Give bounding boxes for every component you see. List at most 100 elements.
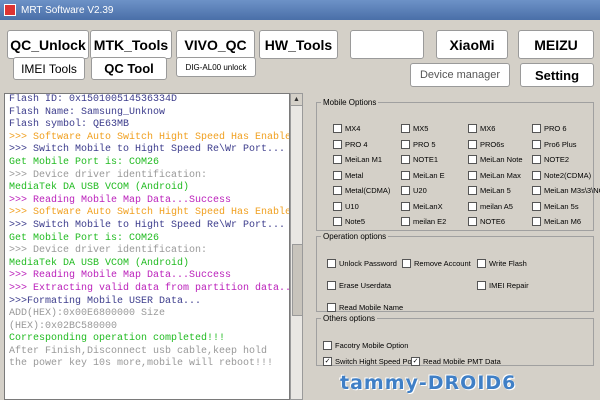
checkbox-box-icon bbox=[401, 155, 410, 164]
log-line: Flash symbol: QE63MB bbox=[9, 119, 130, 131]
mobile-option-checkbox[interactable]: MeiLan Max bbox=[468, 170, 521, 180]
switch-high-speed-port-checkbox[interactable]: ✓ Switch Hight Speed Por bbox=[323, 357, 414, 366]
checkbox-label: PRO 5 bbox=[413, 139, 436, 149]
log-line: >>> Software Auto Switch Hight Speed Has… bbox=[9, 131, 290, 143]
checkbox-label: MeiLan M6 bbox=[544, 217, 582, 226]
checkbox-box-icon bbox=[402, 259, 411, 268]
mobile-option-checkbox[interactable]: Note2(CDMA) bbox=[532, 170, 591, 180]
checkbox-box-icon bbox=[401, 201, 410, 211]
read-mobile-name-checkbox[interactable]: Read Mobile Name bbox=[327, 303, 403, 312]
checkbox-label: MeiLan 5s bbox=[544, 201, 579, 211]
mtk-tools-button[interactable]: MTK_Tools bbox=[90, 30, 172, 59]
mobile-option-checkbox[interactable]: PRO 5 bbox=[401, 139, 436, 149]
mobile-option-checkbox[interactable]: MeiLan M6 bbox=[532, 217, 581, 226]
checkbox-label: Pro6 Plus bbox=[544, 139, 577, 149]
mobile-option-checkbox[interactable]: MX6 bbox=[468, 124, 495, 133]
checkmark-icon: ✓ bbox=[411, 357, 420, 366]
checkbox-label: Facotry Mobile Option bbox=[335, 341, 409, 350]
imei-repair-checkbox[interactable]: IMEI Repair bbox=[477, 281, 529, 290]
mobile-option-checkbox[interactable]: MeiLanX bbox=[401, 201, 443, 211]
checkbox-label: Remove Account bbox=[414, 259, 471, 268]
watermark: tammy-DROID6 bbox=[340, 372, 517, 394]
window-title: MRT Software V2.39 bbox=[21, 4, 114, 16]
title-bar: MRT Software V2.39 bbox=[0, 0, 600, 20]
mobile-option-checkbox[interactable]: NOTE2 bbox=[532, 155, 569, 164]
log-console[interactable]: Flash ID: 0x150100514536334D Flash Name:… bbox=[4, 93, 290, 400]
imei-tools-button[interactable]: IMEI Tools bbox=[13, 57, 85, 80]
xiaomi-button[interactable]: XiaoMi bbox=[436, 30, 508, 59]
factory-mobile-option-checkbox[interactable]: Facotry Mobile Option bbox=[323, 341, 408, 350]
erase-userdata-checkbox[interactable]: Erase Userdata bbox=[327, 281, 391, 290]
remove-account-checkbox[interactable]: Remove Account bbox=[402, 259, 471, 268]
checkbox-label: meilan E2 bbox=[413, 217, 447, 226]
mobile-option-checkbox[interactable]: Pro6 Plus bbox=[532, 139, 577, 149]
mobile-option-checkbox[interactable]: U20 bbox=[401, 186, 427, 195]
checkbox-box-icon bbox=[468, 155, 477, 164]
mobile-option-checkbox[interactable]: NOTE1 bbox=[401, 155, 438, 164]
write-flash-checkbox[interactable]: Write Flash bbox=[477, 259, 527, 268]
mobile-option-checkbox[interactable]: MeiLan Note bbox=[468, 155, 523, 164]
mobile-option-checkbox[interactable]: MeiLan 5s bbox=[532, 201, 579, 211]
hw-tools-button[interactable]: HW_Tools bbox=[259, 30, 338, 59]
checkbox-box-icon bbox=[468, 170, 477, 180]
mobile-option-checkbox[interactable]: NOTE6 bbox=[468, 217, 505, 226]
log-line: >>> Switch Mobile to Hight Speed Re\Wr P… bbox=[9, 219, 286, 231]
checkbox-label: MeiLan M1 bbox=[345, 155, 383, 164]
checkbox-label: Read Mobile PMT Data bbox=[423, 357, 501, 366]
checkbox-box-icon bbox=[468, 201, 477, 211]
log-line: >>> Reading Mobile Map Data...Success bbox=[9, 270, 232, 282]
checkbox-label: MeiLan E bbox=[413, 170, 445, 180]
device-manager-button[interactable]: Device manager bbox=[410, 63, 510, 87]
log-line: >>> Reading Mobile Map Data...Success bbox=[9, 194, 232, 206]
checkbox-box-icon bbox=[333, 124, 342, 133]
checkbox-box-icon bbox=[333, 217, 342, 226]
checkbox-label: PRO 6 bbox=[544, 124, 567, 133]
checkbox-label: Unlock Password bbox=[339, 259, 397, 268]
scroll-up-arrow-icon[interactable]: ▲ bbox=[291, 94, 302, 106]
meizu-button[interactable]: MEIZU bbox=[518, 30, 594, 59]
checkbox-box-icon bbox=[532, 170, 541, 180]
qc-unlock-button[interactable]: QC_Unlock bbox=[7, 30, 89, 59]
mobile-option-checkbox[interactable]: meilan A5 bbox=[468, 201, 513, 211]
mobile-option-checkbox[interactable]: Note5 bbox=[333, 217, 365, 226]
checkbox-label: MeiLanX bbox=[413, 201, 443, 211]
log-line: >>> Device driver identification: bbox=[9, 169, 208, 181]
checkbox-label: MX4 bbox=[345, 124, 361, 133]
mobile-option-checkbox[interactable]: MeiLan E bbox=[401, 170, 445, 180]
mobile-option-checkbox[interactable]: meilan E2 bbox=[401, 217, 446, 226]
mobile-option-checkbox[interactable]: MX5 bbox=[401, 124, 428, 133]
qc-tool-button[interactable]: QC Tool bbox=[91, 57, 167, 80]
setting-button[interactable]: Setting bbox=[520, 63, 594, 87]
checkbox-box-icon bbox=[532, 217, 541, 226]
mobile-option-checkbox[interactable]: Metal bbox=[333, 170, 363, 180]
mobile-option-checkbox[interactable]: Metal(CDMA) bbox=[333, 186, 390, 195]
log-line: After Finish,Disconnect usb cable,keep h… bbox=[9, 345, 268, 357]
log-line: Flash Name: Samsung_Unknow bbox=[9, 106, 166, 118]
mobile-option-checkbox[interactable]: MeiLan M1 bbox=[333, 155, 382, 164]
mobile-option-checkbox[interactable]: U10 bbox=[333, 201, 359, 211]
mobile-option-checkbox[interactable]: MX4 bbox=[333, 124, 360, 133]
unlock-password-checkbox[interactable]: Unlock Password bbox=[327, 259, 397, 268]
dig-al00-unlock-button[interactable]: DIG-AL00 unlock bbox=[176, 57, 256, 77]
console-scrollbar[interactable]: ▲ bbox=[290, 93, 303, 400]
checkbox-box-icon bbox=[532, 155, 541, 164]
checkbox-label: Switch Hight Speed Por bbox=[335, 357, 415, 366]
checkbox-box-icon bbox=[327, 281, 336, 290]
mobile-option-checkbox[interactable]: MeiLan 5 bbox=[468, 186, 511, 195]
read-mobile-pmt-data-checkbox[interactable]: ✓ Read Mobile PMT Data bbox=[411, 357, 501, 366]
checkbox-box-icon bbox=[532, 124, 541, 133]
checkbox-box-icon bbox=[532, 186, 541, 195]
mobile-option-checkbox[interactable]: PRO 4 bbox=[333, 139, 368, 149]
checkbox-box-icon bbox=[333, 170, 342, 180]
vivo-qc-button[interactable]: VIVO_QC bbox=[176, 30, 255, 59]
scroll-thumb[interactable] bbox=[292, 244, 303, 316]
mobile-option-checkbox[interactable]: MeiLan M3s\3\NOTE3 bbox=[532, 186, 600, 195]
checkbox-label: Erase Userdata bbox=[339, 281, 392, 290]
checkbox-box-icon bbox=[468, 139, 477, 149]
checkbox-label: MX6 bbox=[480, 124, 496, 133]
checkbox-label: NOTE6 bbox=[480, 217, 506, 226]
others-options-group: Others options Facotry Mobile Option ✓ Sw… bbox=[316, 314, 594, 366]
blank-button[interactable] bbox=[350, 30, 424, 59]
mobile-option-checkbox[interactable]: PRO 6 bbox=[532, 124, 567, 133]
mobile-option-checkbox[interactable]: PRO6s bbox=[468, 139, 504, 149]
